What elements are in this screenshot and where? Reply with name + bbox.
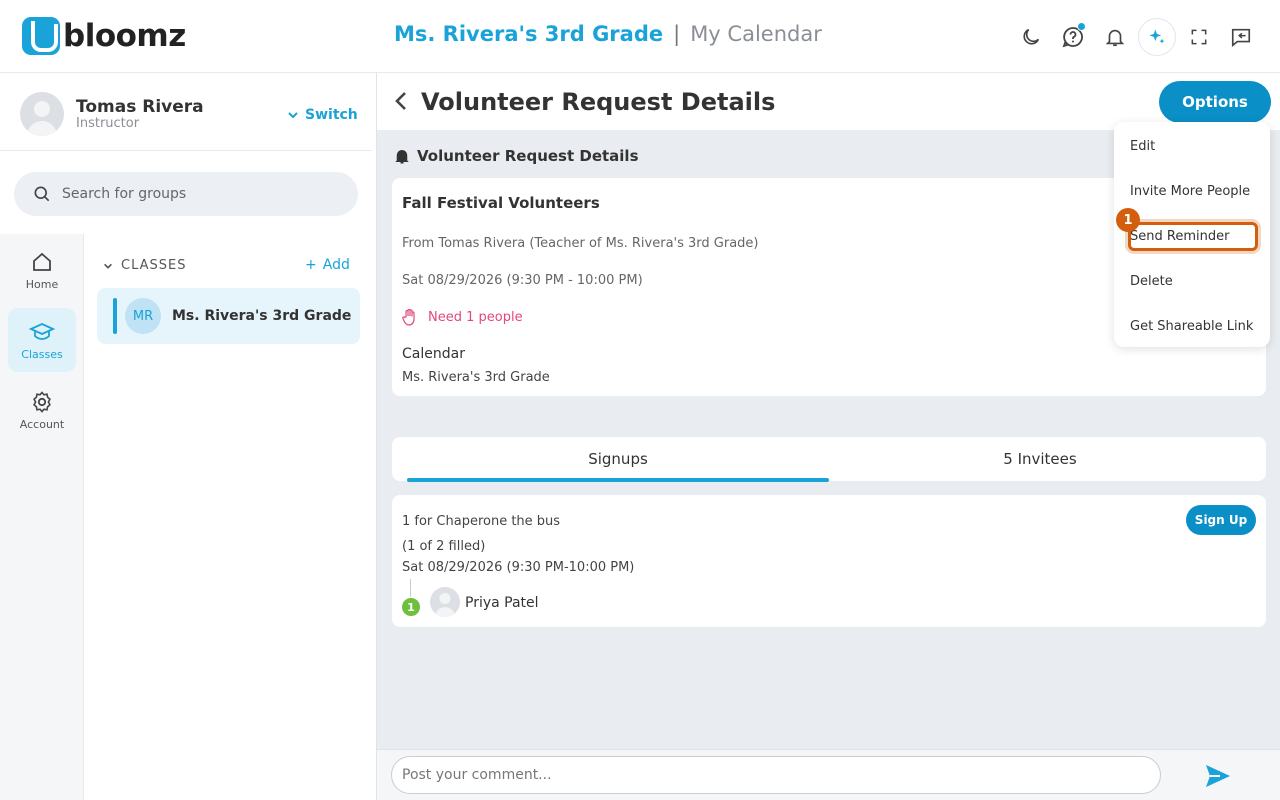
participant-avatar (430, 587, 460, 617)
rail-item-label: Home (25, 277, 59, 291)
details-section-text: Volunteer Request Details (417, 147, 639, 165)
notification-dot (1077, 22, 1086, 31)
chevron-down-icon (104, 263, 112, 269)
menu-item-delete[interactable]: Delete (1114, 263, 1270, 299)
search-icon (34, 186, 50, 202)
profile-name: Tomas Rivera (76, 97, 204, 117)
gear-icon (33, 390, 51, 413)
rail-item-home[interactable]: Home (8, 238, 76, 302)
options-button[interactable]: Options (1159, 81, 1271, 123)
send-icon (1206, 765, 1230, 787)
rail-item-classes[interactable]: Classes (8, 308, 76, 372)
rail-item-label: Classes (21, 347, 63, 361)
menu-item-edit[interactable]: Edit (1114, 128, 1270, 164)
connector-line (410, 579, 411, 597)
options-menu: Edit Invite More People Send Reminder De… (1114, 122, 1270, 347)
slot-time: Sat 08/29/2026 (9:30 PM-10:00 PM) (402, 560, 635, 575)
message-icon[interactable] (1222, 18, 1260, 56)
need-text: Need 1 people (428, 309, 523, 325)
tabs-bar: Signups 5 Invitees (392, 437, 1266, 482)
participant-number-badge: 1 (402, 598, 420, 616)
tab-invitees[interactable]: 5 Invitees (829, 437, 1251, 481)
nav-rail: Home Classes Account (0, 234, 84, 800)
user-profile: Tomas Rivera Instructor Switch (0, 73, 372, 151)
active-tab-underline (407, 478, 829, 482)
page-title: Volunteer Request Details (421, 88, 776, 116)
comment-bar (377, 749, 1280, 800)
menu-item-invite-more-people[interactable]: Invite More People (1114, 173, 1270, 209)
avatar (20, 92, 64, 136)
rail-item-account[interactable]: Account (8, 378, 76, 442)
classes-section-toggle[interactable]: CLASSES (103, 258, 186, 273)
active-indicator (113, 298, 117, 334)
logo-text: bloomz (63, 18, 186, 54)
back-button[interactable] (387, 87, 415, 115)
signup-slot-card: 1 for Chaperone the bus (1 of 2 filled) … (392, 495, 1266, 627)
search-input[interactable] (62, 186, 342, 202)
calendar-label: Calendar (402, 346, 465, 362)
switch-button[interactable]: Switch (287, 107, 358, 123)
fullscreen-icon[interactable] (1180, 18, 1218, 56)
profile-role: Instructor (76, 116, 140, 131)
rail-item-label: Account (19, 417, 65, 431)
comment-input[interactable] (391, 756, 1161, 794)
request-title: Fall Festival Volunteers (402, 194, 600, 212)
switch-label: Switch (305, 107, 358, 123)
send-button[interactable] (1203, 762, 1233, 790)
calendar-value: Ms. Rivera's 3rd Grade (402, 370, 550, 385)
top-header: bloomz Ms. Rivera's 3rd Grade | My Calen… (0, 0, 1280, 73)
details-section-label: Volunteer Request Details (393, 147, 639, 165)
logo-mark-icon (22, 17, 60, 55)
header-toolbar (1012, 18, 1260, 56)
request-need: Need 1 people (402, 308, 523, 326)
menu-item-get-shareable-link[interactable]: Get Shareable Link (1114, 308, 1270, 344)
plus-icon: + (305, 257, 317, 273)
chevron-down-icon (288, 112, 298, 119)
header-title: Ms. Rivera's 3rd Grade | My Calendar (394, 22, 822, 46)
step-number-badge: 1 (1116, 208, 1140, 232)
class-name: Ms. Rivera's 3rd Grade (172, 308, 352, 324)
raised-hand-icon (402, 308, 415, 326)
graduation-cap-icon (29, 322, 55, 340)
add-label: Add (322, 257, 350, 273)
help-icon[interactable] (1054, 18, 1092, 56)
request-from: From Tomas Rivera (Teacher of Ms. Rivera… (402, 236, 759, 251)
header-page-name: My Calendar (690, 22, 822, 46)
class-initials-avatar: MR (125, 298, 161, 334)
moon-icon[interactable] (1012, 18, 1050, 56)
chevron-left-icon (395, 92, 406, 110)
group-search (14, 172, 358, 216)
classes-section-label: CLASSES (121, 258, 187, 273)
sparkle-icon[interactable] (1138, 18, 1176, 56)
bell-icon[interactable] (1096, 18, 1134, 56)
groups-panel: CLASSES + Add MR Ms. Rivera's 3rd Grade (85, 234, 375, 800)
slot-filled-count: (1 of 2 filled) (402, 539, 486, 554)
slot-title: 1 for Chaperone the bus (402, 514, 561, 529)
header-group-name[interactable]: Ms. Rivera's 3rd Grade (394, 22, 663, 46)
participant-name: Priya Patel (465, 595, 539, 611)
request-date: Sat 08/29/2026 (9:30 PM - 10:00 PM) (402, 273, 643, 288)
bloomz-logo[interactable]: bloomz (22, 17, 186, 55)
class-item[interactable]: MR Ms. Rivera's 3rd Grade (97, 288, 360, 344)
add-class-button[interactable]: + Add (305, 257, 350, 273)
header-separator: | (673, 22, 681, 46)
bell-icon (395, 150, 409, 164)
tab-signups[interactable]: Signups (407, 437, 829, 481)
sign-up-button[interactable]: Sign Up (1186, 505, 1256, 535)
home-icon (33, 252, 51, 271)
